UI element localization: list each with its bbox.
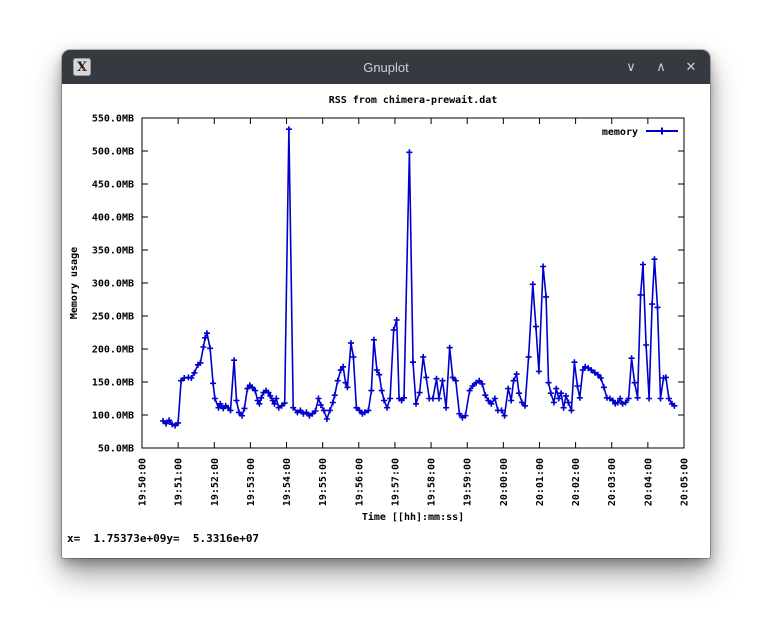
titlebar[interactable]: X Gnuplot ∨ ∧ ✕	[62, 50, 710, 84]
x-tick-label: 20:03:00	[607, 458, 618, 506]
y-tick-label: 100.0MB	[92, 411, 134, 422]
x-tick-label: 20:02:00	[571, 458, 582, 506]
y-tick-label: 50.0MB	[98, 444, 134, 455]
legend-label: memory	[602, 127, 638, 138]
x-coordinate-readout: x= 1.75373e+09	[67, 532, 167, 545]
y-tick-label: 200.0MB	[92, 345, 134, 356]
x-axis-title: Time [[hh]:mm:ss]	[362, 511, 464, 523]
memory-series-line	[162, 129, 675, 427]
maximize-button[interactable]: ∧	[653, 50, 669, 84]
y-coordinate-readout: y= 5.3316e+07	[166, 532, 260, 545]
x-tick-label: 19:53:00	[246, 458, 257, 506]
plot-canvas: RSS from chimera-prewait.dat 19:50:00 19:5…	[63, 84, 709, 558]
y-tick-label: 500.0MB	[92, 147, 134, 158]
y-tick-label: 300.0MB	[92, 279, 134, 290]
y-tick-label: 550.0MB	[92, 114, 134, 125]
window-title: Gnuplot	[363, 59, 409, 75]
x-tick-label: 20:05:00	[680, 458, 691, 506]
x-tick-label: 20:00:00	[499, 458, 510, 506]
mouse-coordinate-readout: x= 1.75373e+09y= 5.3316e+07	[67, 532, 259, 545]
x-tick-label: 19:52:00	[210, 458, 221, 506]
x-tick-label: 19:55:00	[318, 458, 329, 506]
y-axis-title: Memory usage	[69, 247, 80, 319]
chart-svg[interactable]: RSS from chimera-prewait.dat 19:50:00 19:5…	[63, 84, 709, 558]
y-tick-label: 350.0MB	[92, 246, 134, 257]
y-tick-label: 250.0MB	[92, 312, 134, 323]
plot-border	[141, 117, 685, 449]
minimize-button[interactable]: ∨	[623, 50, 639, 84]
y-tick-label: 450.0MB	[92, 180, 134, 191]
x-tick-label: 19:54:00	[282, 458, 293, 506]
gnuplot-window: X Gnuplot ∨ ∧ ✕ RSS from chimera-prewait…	[62, 50, 710, 558]
x-tick-label: 19:58:00	[427, 458, 438, 506]
x-tick-label: 19:59:00	[463, 458, 474, 506]
memory-series-markers	[160, 126, 678, 429]
y-tick-label: 150.0MB	[92, 378, 134, 389]
x-tick-label: 20:04:00	[643, 458, 654, 506]
x-tick-label: 19:57:00	[390, 458, 401, 506]
legend-plus-marker	[658, 127, 666, 135]
x-tick-label: 20:01:00	[535, 458, 546, 506]
x-tick-label: 19:56:00	[354, 458, 365, 506]
chart-title: RSS from chimera-prewait.dat	[329, 94, 498, 106]
y-tick-label: 400.0MB	[92, 213, 134, 224]
x11-logo-icon: X	[73, 58, 91, 76]
close-button[interactable]: ✕	[683, 50, 699, 84]
x-tick-label: 19:50:00	[138, 458, 149, 506]
window-controls: ∨ ∧ ✕	[623, 50, 699, 84]
x-tick-label: 19:51:00	[174, 458, 185, 506]
